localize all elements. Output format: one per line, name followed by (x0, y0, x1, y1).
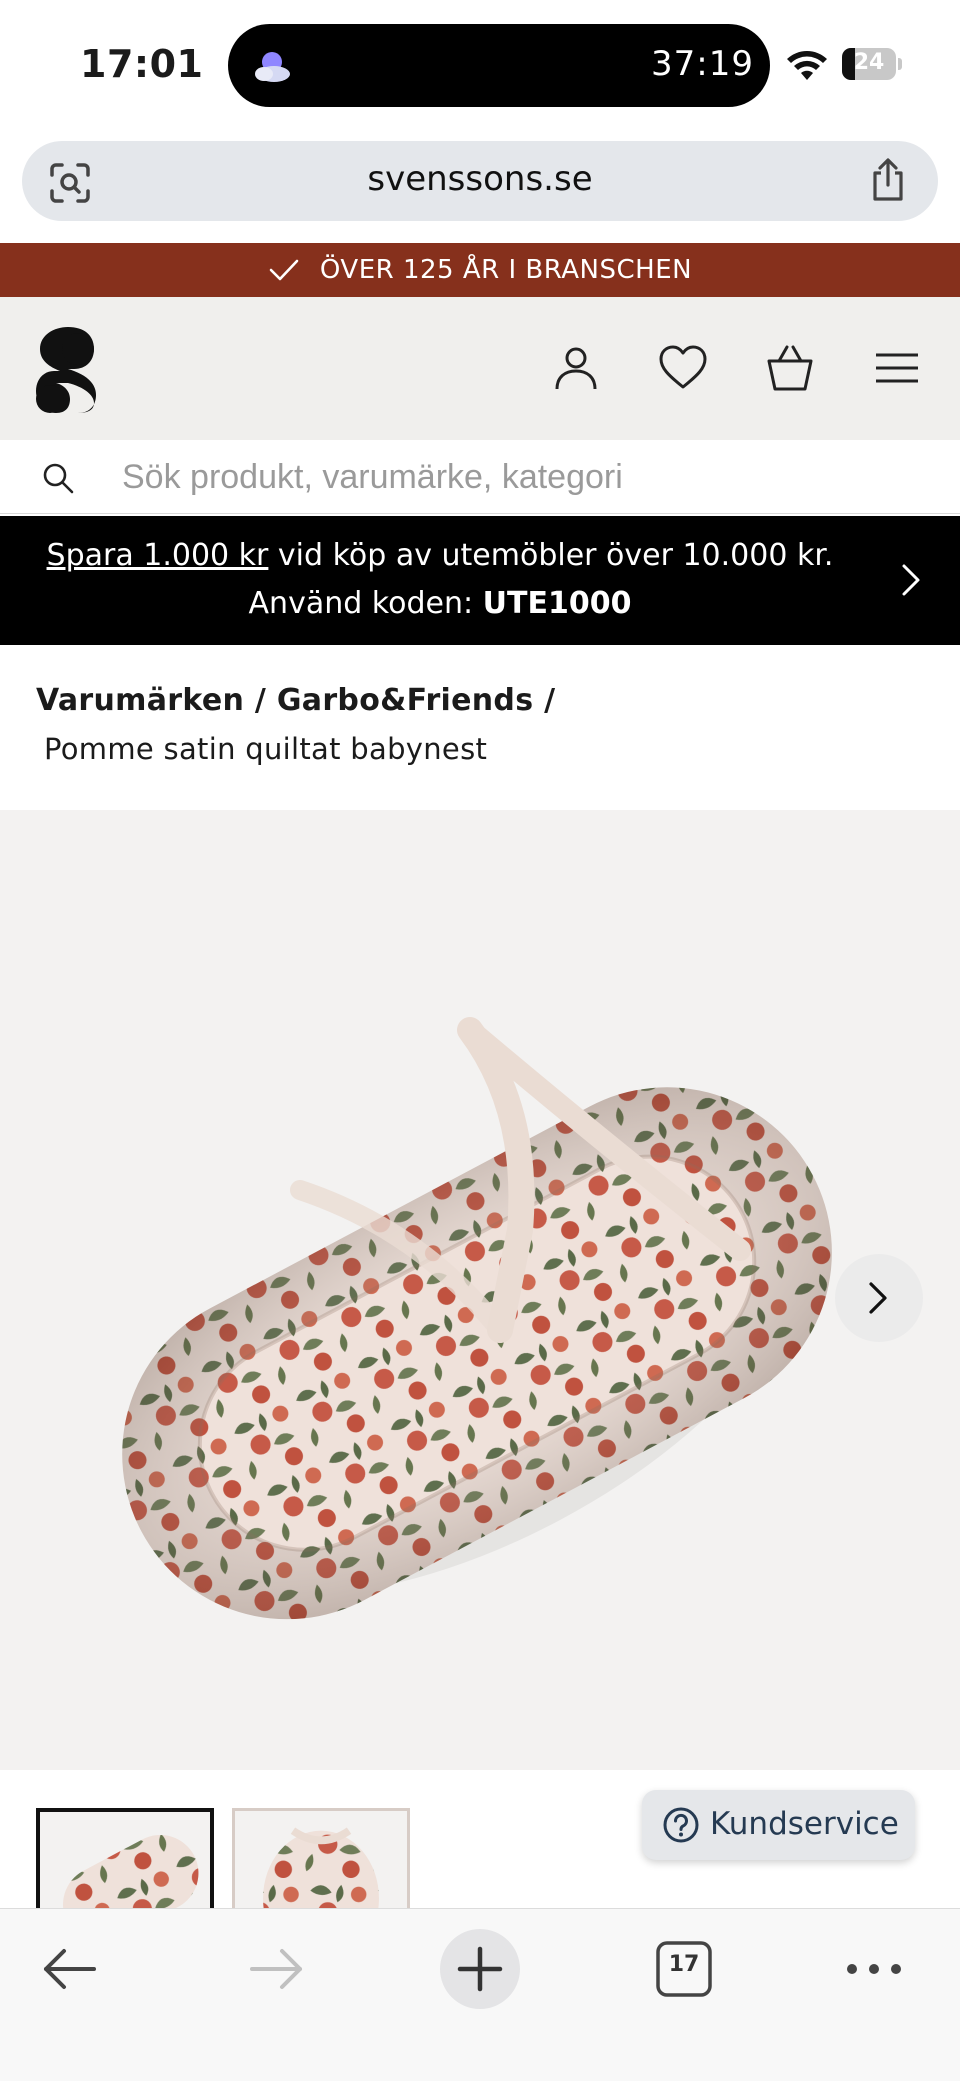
chevron-right-icon[interactable] (890, 558, 930, 602)
offer-banner[interactable]: Spara 1.000 kr vid köp av utemöbler över… (0, 516, 960, 645)
offer-code-label: Använd koden: (248, 586, 483, 621)
tabs-button[interactable]: 17 (644, 1929, 724, 2009)
customer-service-button[interactable]: Kundservice (642, 1790, 915, 1860)
address-bar[interactable]: svenssons.se (22, 141, 938, 221)
thumbnail-image (235, 1811, 407, 1918)
search-icon[interactable] (42, 462, 74, 494)
weather-night-cloud-icon (255, 52, 290, 82)
tab-count: 17 (668, 1952, 700, 1977)
site-search (0, 440, 960, 514)
back-button[interactable] (30, 1929, 110, 2009)
arrow-right-icon (250, 1949, 302, 1989)
product-image (0, 810, 960, 1770)
more-dots-icon (847, 1964, 901, 1974)
offer-link[interactable]: Spara 1.000 kr (47, 538, 269, 573)
url-text[interactable]: svenssons.se (22, 159, 938, 199)
more-options-button[interactable] (834, 1929, 914, 2009)
account-icon[interactable] (551, 343, 601, 393)
browser-toolbar: 17 (0, 1908, 960, 2081)
share-icon[interactable] (868, 157, 908, 203)
forward-button[interactable] (236, 1929, 316, 2009)
site-header (0, 297, 960, 440)
thumbnail-2[interactable] (232, 1808, 410, 1918)
status-time: 17:01 (80, 42, 204, 86)
plus-icon (457, 1946, 503, 1992)
wifi-icon (787, 51, 827, 80)
new-tab-button[interactable] (440, 1929, 520, 2009)
customer-service-label: Kundservice (710, 1806, 899, 1842)
chevron-right-icon (869, 1282, 887, 1314)
gallery-next-button[interactable] (835, 1254, 923, 1342)
heart-icon[interactable] (658, 343, 708, 393)
battery-icon: 24 (842, 48, 902, 80)
cart-basket-icon[interactable] (765, 343, 815, 393)
offer-text: vid köp av utemöbler över 10.000 kr. (268, 538, 834, 573)
offer-code: UTE1000 (482, 586, 632, 621)
offer-line-1: Spara 1.000 kr vid köp av utemöbler över… (0, 538, 880, 573)
help-question-icon (663, 1807, 699, 1843)
menu-hamburger-icon[interactable] (872, 343, 922, 393)
product-gallery[interactable] (0, 810, 960, 1770)
checkmark-icon (269, 259, 299, 281)
live-activity-timer: 37:19 (651, 44, 754, 84)
ribbon-text: ÖVER 125 ÅR I BRANSCHEN (319, 255, 693, 285)
battery-level: 24 (853, 50, 885, 75)
offer-line-2: Använd koden: UTE1000 (0, 586, 880, 621)
breadcrumb-current: Pomme satin quiltat babynest (44, 732, 488, 766)
dynamic-island[interactable]: 37:19 (228, 24, 770, 107)
svenssons-logo[interactable] (34, 325, 98, 415)
breadcrumb[interactable]: Varumärken / Garbo&Friends / (36, 683, 555, 718)
search-input[interactable] (122, 450, 922, 504)
thumbnail-image (40, 1812, 210, 1918)
status-bar: 17:01 37:19 24 (0, 0, 960, 130)
thumbnail-1[interactable] (36, 1808, 214, 1918)
arrow-left-icon (44, 1949, 96, 1989)
trust-ribbon: ÖVER 125 ÅR I BRANSCHEN (0, 243, 960, 297)
